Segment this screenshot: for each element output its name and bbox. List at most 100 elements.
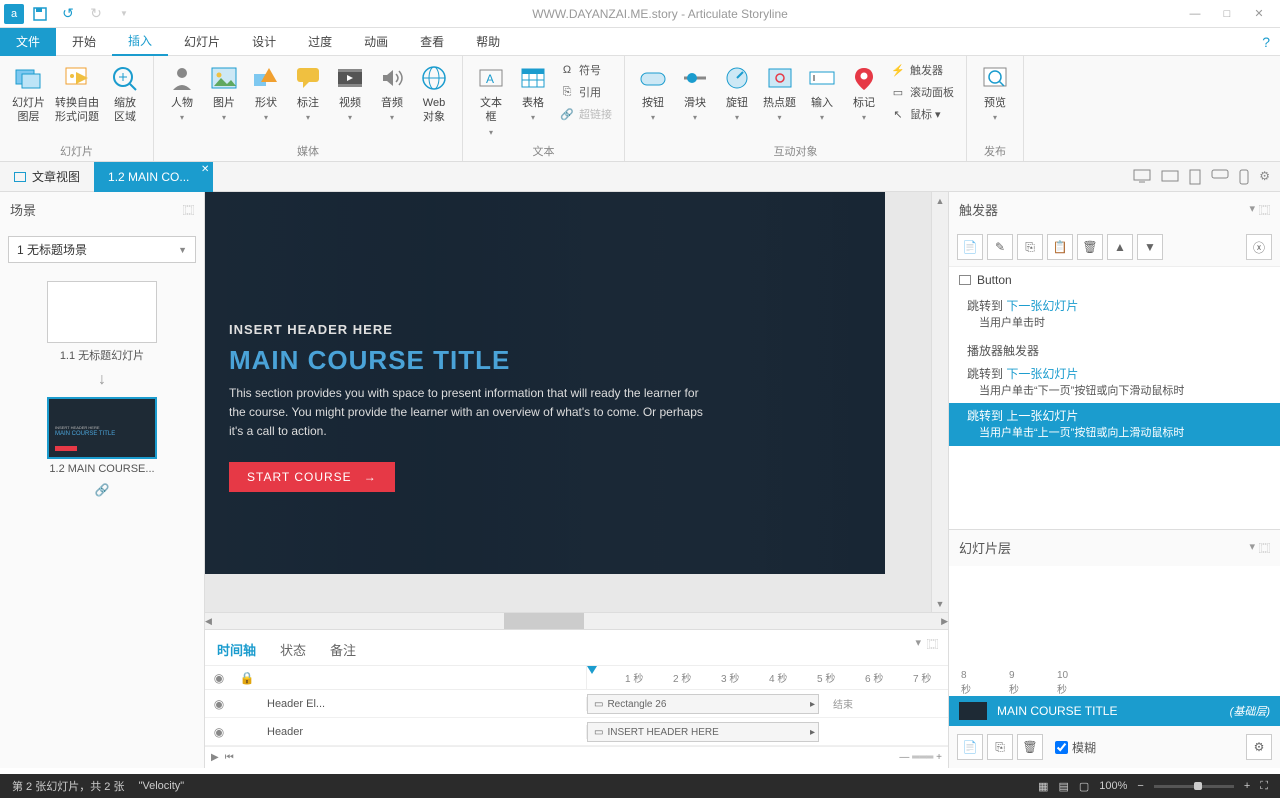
add-layer-button[interactable]: 📄: [957, 734, 983, 760]
ribbon-convert-button[interactable]: 转换自由形式问题: [51, 60, 103, 127]
ribbon-audio-button[interactable]: 音频▾: [372, 60, 412, 127]
panel-menu-icon[interactable]: ▾: [915, 636, 921, 652]
layer-settings-button[interactable]: ⚙: [1246, 734, 1272, 760]
menu-开始[interactable]: 开始: [56, 28, 112, 56]
thumb-box[interactable]: INSERT HEADER HEREMAIN COURSE TITLE: [47, 397, 157, 459]
ribbon-marker-button[interactable]: 标记▾: [844, 60, 884, 127]
eye-icon[interactable]: ◉: [205, 725, 233, 739]
ribbon-preview-button[interactable]: 预览▾: [975, 60, 1015, 127]
play-button[interactable]: ▶: [211, 752, 219, 763]
vertical-scrollbar[interactable]: ▲ ▼: [931, 192, 948, 612]
minimize-button[interactable]: —: [1180, 4, 1210, 24]
ribbon-layers-button[interactable]: 幻灯片图层: [8, 60, 49, 127]
ribbon-callout-button[interactable]: 标注▾: [288, 60, 328, 127]
menu-帮助[interactable]: 帮助: [460, 28, 516, 56]
collapse-icon[interactable]: ⿴: [183, 202, 194, 218]
desktop-icon[interactable]: [1133, 169, 1151, 185]
ribbon-超链接-button[interactable]: 🔗超链接: [555, 104, 616, 124]
add-trigger-button[interactable]: 📄: [957, 234, 983, 260]
qat-dropdown[interactable]: ▼: [112, 2, 136, 26]
blur-checkbox[interactable]: 模糊: [1055, 739, 1096, 756]
track[interactable]: ▭Rectangle 26▸结束: [587, 690, 948, 717]
ribbon-picture-button[interactable]: 图片▾: [204, 60, 244, 127]
ribbon-input-button[interactable]: 输入▾: [802, 60, 842, 127]
fit-button[interactable]: ⛶: [1260, 780, 1268, 793]
trigger-row[interactable]: 跳转到 下一张幻灯片当用户单击“下一页”按钮或向下滑动鼠标时: [949, 361, 1280, 404]
help-icon[interactable]: ?: [1262, 34, 1270, 50]
phone-landscape-icon[interactable]: [1211, 169, 1229, 185]
ribbon-hotspot-button[interactable]: 热点题▾: [759, 60, 800, 127]
ribbon-textbox-button[interactable]: A文本框▾: [471, 60, 511, 141]
timeline-row[interactable]: ◉Header▭INSERT HEADER HERE▸: [205, 718, 948, 746]
delete-trigger-button[interactable]: 🗑: [1077, 234, 1103, 260]
scroll-right-icon[interactable]: ▶: [941, 613, 948, 630]
maximize-button[interactable]: □: [1212, 4, 1242, 24]
panel-menu-icon[interactable]: ▾: [1249, 540, 1255, 556]
move-up-button[interactable]: ▲: [1107, 234, 1133, 260]
paste-trigger-button[interactable]: 📋: [1047, 234, 1073, 260]
view-grid-icon[interactable]: ▦: [1038, 780, 1048, 793]
panel-dock-icon[interactable]: ⿴: [1259, 202, 1270, 218]
thumb-box[interactable]: [47, 281, 157, 343]
ribbon-触发器-button[interactable]: ⚡触发器: [886, 60, 958, 80]
base-layer-item[interactable]: MAIN COURSE TITLE (基础层): [949, 696, 1280, 726]
scroll-down-icon[interactable]: ▼: [932, 595, 948, 612]
slide-canvas[interactable]: INSERT HEADER HERE MAIN COURSE TITLE Thi…: [205, 192, 885, 574]
move-down-button[interactable]: ▼: [1137, 234, 1163, 260]
ribbon-引用-button[interactable]: ⎘引用: [555, 82, 616, 102]
redo-button[interactable]: ↻: [84, 2, 108, 26]
tablet-landscape-icon[interactable]: [1161, 169, 1179, 185]
panel-dock-icon[interactable]: ⿴: [927, 636, 938, 652]
eye-icon[interactable]: ◉: [205, 697, 233, 711]
delete-layer-button[interactable]: 🗑: [1017, 734, 1043, 760]
panel-dock-icon[interactable]: ⿴: [1259, 540, 1270, 556]
tab-story-view[interactable]: 文章视图: [0, 162, 94, 192]
duplicate-layer-button[interactable]: ⎘: [987, 734, 1013, 760]
slide-body-text[interactable]: This section provides you with space to …: [229, 384, 709, 442]
close-icon[interactable]: ✕: [201, 164, 209, 175]
slide-header-text[interactable]: INSERT HEADER HERE: [229, 322, 861, 337]
timeline-tab-状态[interactable]: 状态: [278, 634, 308, 665]
slide-title-text[interactable]: MAIN COURSE TITLE: [229, 345, 861, 376]
playhead-icon[interactable]: [587, 666, 597, 674]
menu-过度[interactable]: 过度: [292, 28, 348, 56]
timeline-tab-时间轴[interactable]: 时间轴: [215, 634, 258, 665]
zoom-out-button[interactable]: −: [1137, 780, 1143, 792]
menu-设计[interactable]: 设计: [236, 28, 292, 56]
menu-插入[interactable]: 插入: [112, 28, 168, 56]
phone-portrait-icon[interactable]: [1239, 169, 1249, 185]
gear-icon[interactable]: ⚙: [1259, 169, 1270, 185]
timeline-tab-备注[interactable]: 备注: [328, 634, 358, 665]
panel-menu-icon[interactable]: ▾: [1249, 202, 1255, 218]
clip[interactable]: ▭INSERT HEADER HERE▸: [587, 722, 819, 742]
timeline-ruler[interactable]: 1 秒2 秒3 秒4 秒5 秒6 秒7 秒8 秒9 秒10 秒: [587, 666, 948, 689]
zoom-slider[interactable]: [1154, 785, 1234, 788]
menu-查看[interactable]: 查看: [404, 28, 460, 56]
tab-slide[interactable]: 1.2 MAIN CO... ✕: [94, 162, 213, 192]
menu-file[interactable]: 文件: [0, 28, 56, 56]
track[interactable]: ▭INSERT HEADER HERE▸: [587, 718, 948, 745]
zoom-handle[interactable]: [1194, 782, 1202, 790]
copy-trigger-button[interactable]: ⎘: [1017, 234, 1043, 260]
scene-selector[interactable]: 1 无标题场景 ▼: [8, 236, 196, 263]
ribbon-table-button[interactable]: 表格▾: [513, 60, 553, 127]
ribbon-video-button[interactable]: 视频▾: [330, 60, 370, 127]
trigger-row[interactable]: 跳转到 上一张幻灯片当用户单击“上一页”按钮或向上滑动鼠标时: [949, 403, 1280, 446]
ribbon-person-button[interactable]: 人物▾: [162, 60, 202, 127]
variables-button[interactable]: ⓧ: [1246, 234, 1272, 260]
edit-trigger-button[interactable]: ✎: [987, 234, 1013, 260]
ribbon-dial-button[interactable]: 旋钮▾: [717, 60, 757, 127]
scroll-left-icon[interactable]: ◀: [205, 613, 212, 630]
ribbon-web-button[interactable]: Web对象: [414, 60, 454, 127]
ribbon-zoom-button[interactable]: 缩放区域: [105, 60, 145, 127]
horizontal-scrollbar[interactable]: ◀ ▶: [205, 612, 948, 629]
clip[interactable]: ▭Rectangle 26▸: [587, 694, 819, 714]
timeline-row[interactable]: ◉Header El...▭Rectangle 26▸结束: [205, 690, 948, 718]
ribbon-button-button[interactable]: 按钮▾: [633, 60, 673, 127]
scrollbar-thumb[interactable]: [504, 613, 584, 629]
save-button[interactable]: [28, 2, 52, 26]
ribbon-滚动面板-button[interactable]: ▭滚动面板: [886, 82, 958, 102]
trigger-object-header[interactable]: Button: [949, 267, 1280, 293]
view-list-icon[interactable]: ▤: [1058, 780, 1068, 793]
rewind-button[interactable]: ⏮: [225, 752, 234, 763]
